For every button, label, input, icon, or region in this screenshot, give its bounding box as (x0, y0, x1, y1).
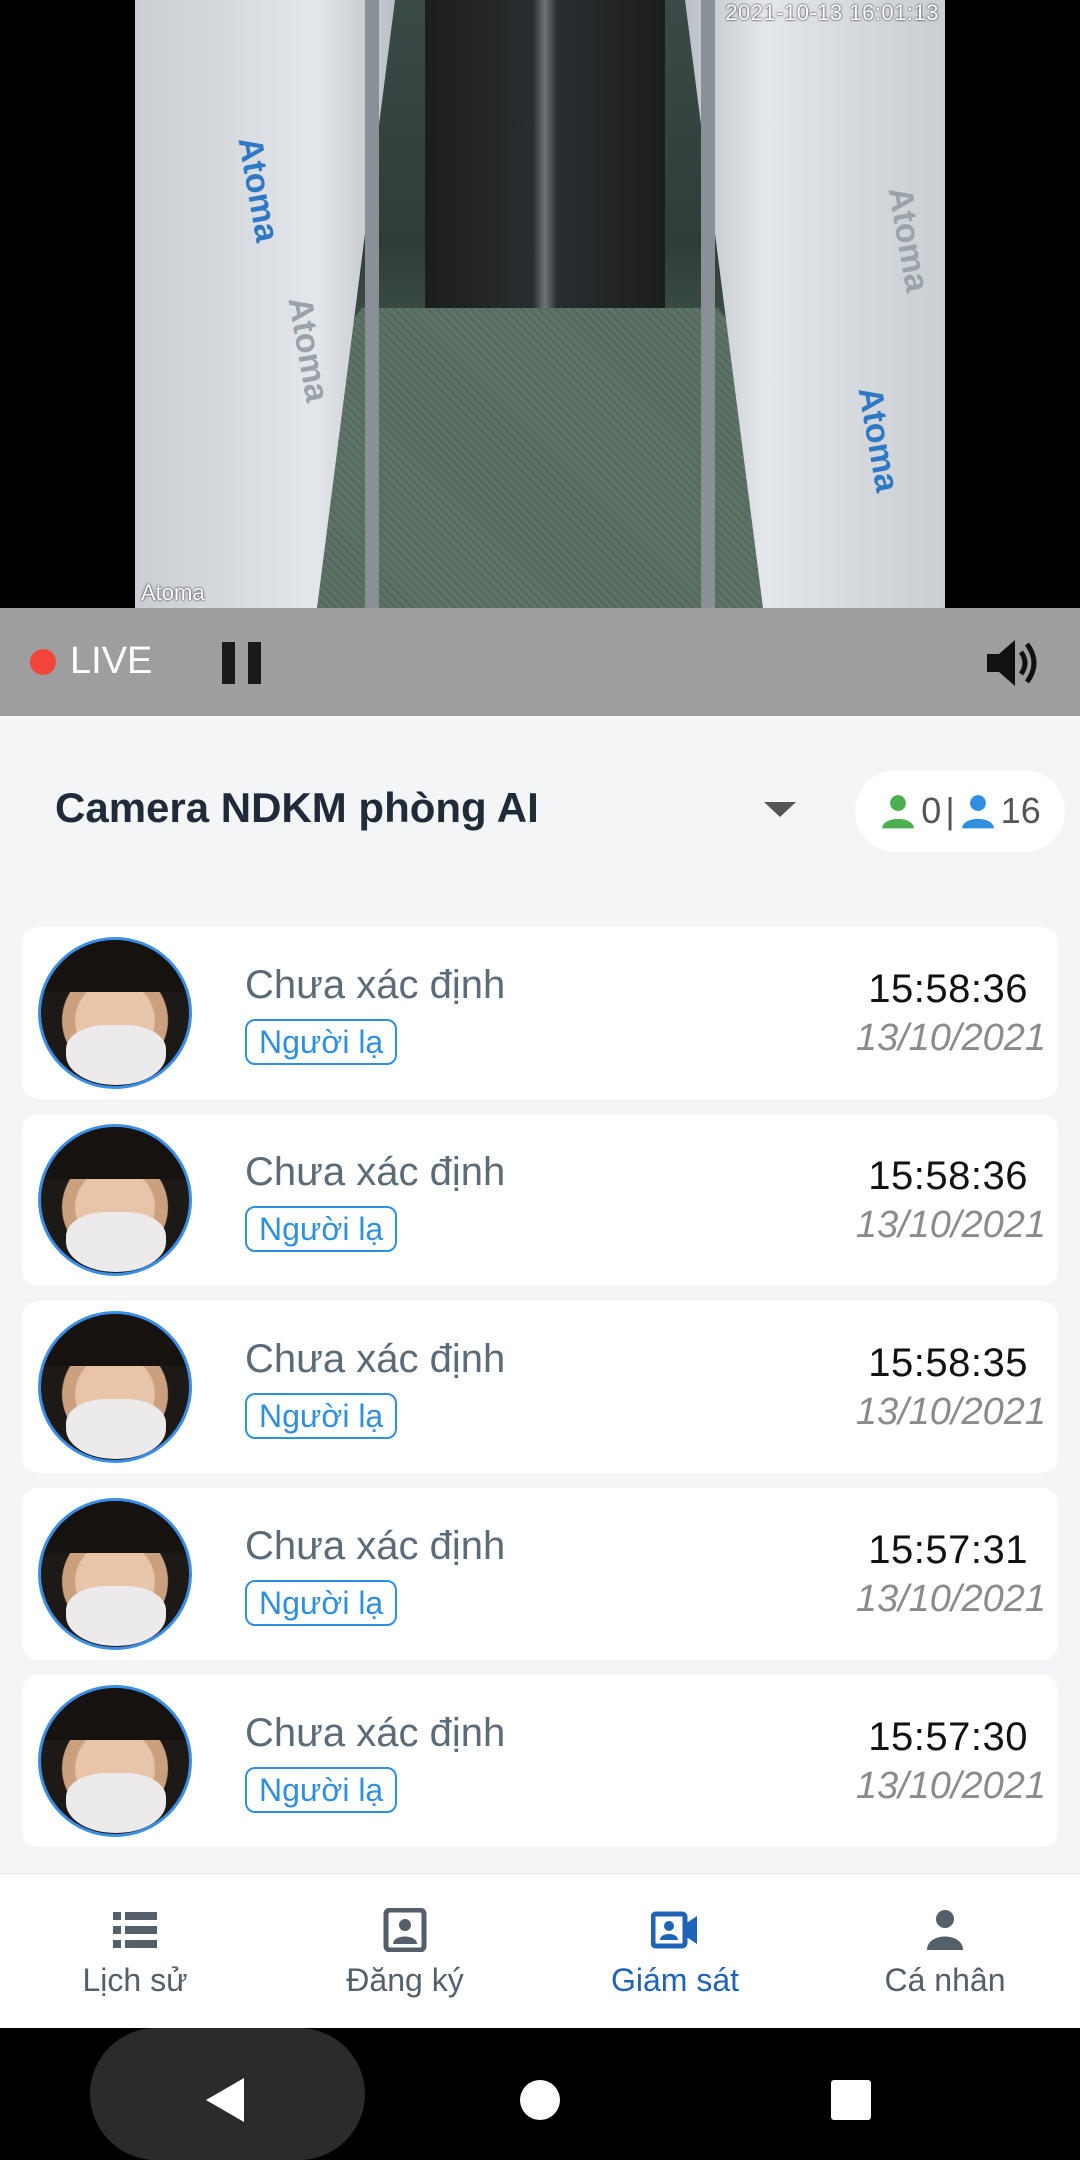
live-video-view[interactable]: Atoma Atoma Atoma Atoma 2021-10-13 16:01… (0, 0, 1080, 608)
event-date: 13/10/2021 (855, 1578, 1046, 1620)
home-icon[interactable] (520, 2080, 560, 2120)
volume-button[interactable] (985, 638, 1041, 688)
live-indicator-dot (30, 649, 56, 675)
stranger-tag: Người lạ (245, 1019, 398, 1065)
volume-icon (987, 640, 1037, 686)
video-camera-icon (651, 1911, 697, 1949)
nav-label-monitor: Giám sát (610, 1962, 740, 1998)
nav-item-history[interactable]: Lịch sử (0, 1874, 270, 2028)
nav-label-history: Lịch sử (82, 1962, 188, 1998)
glass-door-frame-right (701, 0, 715, 608)
stranger-tag: Người lạ (245, 1393, 398, 1439)
person-icon (927, 1910, 963, 1950)
event-card[interactable]: Chưa xác định Người lạ 15:57:30 13/10/20… (22, 1675, 1058, 1847)
person-count-badge: 0 | 16 (855, 770, 1065, 852)
nav-label-register: Đăng ký (346, 1962, 464, 1998)
camera-feed: Atoma Atoma Atoma Atoma 2021-10-13 16:01… (135, 0, 945, 608)
known-person-icon (882, 795, 915, 829)
event-date: 13/10/2021 (855, 1765, 1046, 1807)
pause-button[interactable] (222, 642, 262, 684)
player-control-bar: LIVE (0, 608, 1080, 716)
video-watermark: Atoma (141, 580, 205, 605)
stranger-tag: Người lạ (245, 1767, 398, 1813)
camera-name[interactable]: Camera NDKM phòng AI (55, 784, 539, 832)
event-time: 15:58:36 (868, 1154, 1028, 1198)
live-label[interactable]: LIVE (70, 640, 152, 683)
recent-apps-icon[interactable] (831, 2080, 871, 2120)
event-card[interactable]: Chưa xác định Người lạ 15:58:36 13/10/20… (22, 1114, 1058, 1286)
person-name: Chưa xác định (245, 963, 506, 1007)
register-icon (383, 1908, 427, 1952)
event-card[interactable]: Chưa xác định Người lạ 15:58:35 13/10/20… (22, 1301, 1058, 1473)
event-time: 15:57:30 (868, 1715, 1028, 1759)
count-separator: | (945, 790, 955, 831)
event-time: 15:58:36 (868, 967, 1028, 1011)
nav-item-profile[interactable]: Cá nhân (810, 1874, 1080, 2028)
face-avatar (38, 937, 192, 1089)
nav-item-monitor[interactable]: Giám sát (540, 1874, 810, 2028)
face-avatar (38, 1498, 192, 1650)
face-avatar (38, 1311, 192, 1463)
person-name: Chưa xác định (245, 1711, 506, 1755)
detection-event-list: Chưa xác định Người lạ 15:58:36 13/10/20… (22, 927, 1058, 1862)
back-icon[interactable] (206, 2078, 244, 2122)
elevator-door-image (425, 0, 665, 320)
list-icon (113, 1912, 157, 1948)
event-date: 13/10/2021 (855, 1017, 1046, 1059)
known-count: 0 (921, 790, 942, 831)
event-date: 13/10/2021 (855, 1204, 1046, 1246)
event-card[interactable]: Chưa xác định Người lạ 15:58:36 13/10/20… (22, 927, 1058, 1099)
pause-icon (222, 642, 235, 684)
person-name: Chưa xác định (245, 1524, 506, 1568)
stranger-person-icon (961, 795, 994, 829)
event-time: 15:58:35 (868, 1341, 1028, 1385)
nav-item-register[interactable]: Đăng ký (270, 1874, 540, 2028)
person-name: Chưa xác định (245, 1337, 506, 1381)
bottom-navigation: Lịch sử Đăng ký Giám sát Cá nhân (0, 1873, 1080, 2028)
glass-door-frame-left (365, 0, 379, 608)
face-avatar (38, 1124, 192, 1276)
chevron-down-icon[interactable] (764, 802, 796, 817)
stranger-tag: Người lạ (245, 1580, 398, 1626)
system-navigation-bar (0, 2028, 1080, 2160)
face-avatar (38, 1685, 192, 1837)
event-time: 15:57:31 (868, 1528, 1028, 1572)
event-card[interactable]: Chưa xác định Người lạ 15:57:31 13/10/20… (22, 1488, 1058, 1660)
nav-label-profile: Cá nhân (884, 1962, 1006, 1998)
stranger-tag: Người lạ (245, 1206, 398, 1252)
video-timestamp: 2021-10-13 16:01:13 (725, 0, 939, 25)
stranger-count: 16 (1000, 790, 1041, 831)
person-name: Chưa xác định (245, 1150, 506, 1194)
event-date: 13/10/2021 (855, 1391, 1046, 1433)
